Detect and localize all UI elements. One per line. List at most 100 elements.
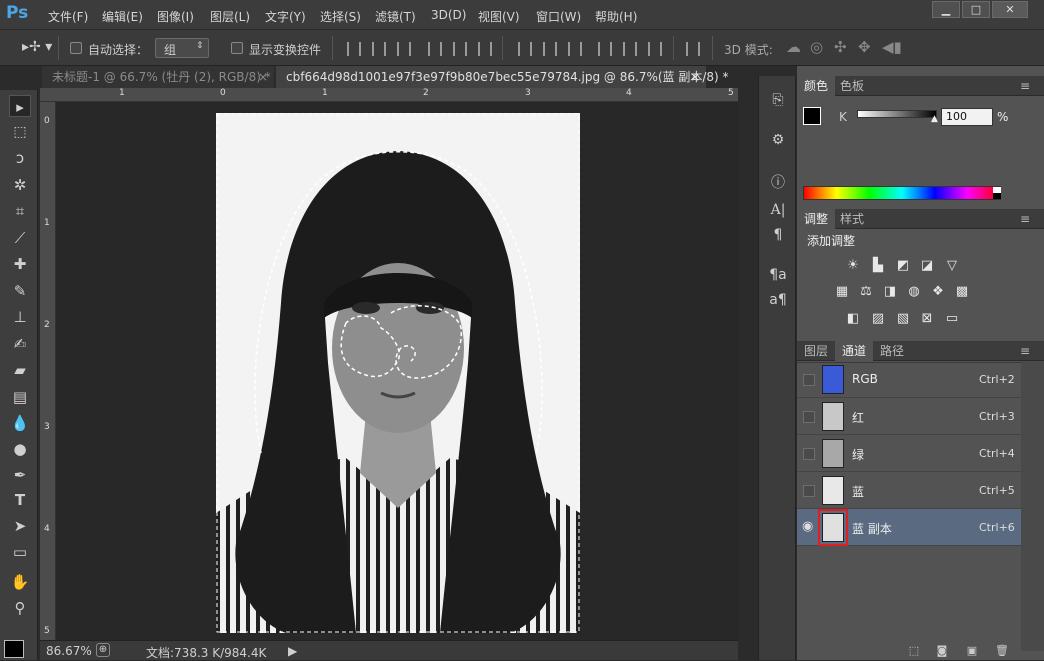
auto-align-icon[interactable] <box>686 42 700 56</box>
channels-scrollbar[interactable] <box>1021 361 1044 651</box>
distribute-vcenter-icon[interactable] <box>543 42 557 56</box>
properties-panel-icon[interactable]: ⚙ <box>767 132 789 152</box>
channel-mixer-icon[interactable]: ❖ <box>929 284 947 300</box>
visibility-toggle[interactable] <box>803 374 815 386</box>
rectangle-tool-icon[interactable]: ▭ <box>9 541 31 563</box>
healing-brush-tool-icon[interactable]: ✚ <box>9 253 31 275</box>
menu-filter[interactable]: 滤镜(T) <box>375 8 416 25</box>
load-selection-icon[interactable]: ⬚ <box>907 644 921 657</box>
close-tab-icon[interactable]: × <box>690 66 700 88</box>
close-tab-icon[interactable]: × <box>258 66 268 88</box>
auto-select-checkbox[interactable] <box>70 42 82 54</box>
panel-menu-icon[interactable]: ≡ <box>1013 209 1037 229</box>
delete-channel-icon[interactable]: 🗑 <box>995 644 1009 657</box>
3d-pan-icon[interactable]: ✣ <box>834 38 847 56</box>
move-tool-icon[interactable]: ▸ <box>9 95 31 117</box>
lasso-tool-icon[interactable]: ↄ <box>9 147 31 169</box>
menu-select[interactable]: 选择(S) <box>320 8 361 25</box>
menu-edit[interactable]: 编辑(E) <box>102 8 143 25</box>
distribute-bottom-icon[interactable] <box>568 42 582 56</box>
tab-photo[interactable]: cbf664d98d1001e97f3e97f9b80e7bec55e79784… <box>276 66 729 88</box>
tab-channels[interactable]: 通道 <box>835 341 874 361</box>
status-menu-arrow-icon[interactable]: ▶ <box>288 644 297 658</box>
spectrum-bw-swatch[interactable] <box>993 187 1001 199</box>
magic-wand-tool-icon[interactable]: ✲ <box>9 174 31 196</box>
pen-tool-icon[interactable]: ✒ <box>9 464 31 486</box>
panel-menu-icon[interactable]: ≡ <box>1013 341 1037 361</box>
visibility-toggle[interactable] <box>803 448 815 460</box>
slider-handle-icon[interactable]: ▲ <box>931 114 938 124</box>
visibility-toggle[interactable] <box>803 485 815 497</box>
invert-icon[interactable]: ◧ <box>844 311 862 327</box>
tab-layers[interactable]: 图层 <box>797 341 835 361</box>
channel-row-red[interactable]: 红 Ctrl+3 <box>797 398 1021 435</box>
new-channel-icon[interactable]: ▣ <box>965 644 979 657</box>
zoom-tool-icon[interactable]: ⚲ <box>9 597 31 619</box>
levels-icon[interactable]: ▙ <box>869 258 887 274</box>
selective-color-icon[interactable]: ⊠ <box>918 311 936 327</box>
align-hcenter-icon[interactable] <box>453 42 467 56</box>
threshold-icon[interactable]: ▧ <box>894 311 912 327</box>
distribute-hcenter-icon[interactable] <box>623 42 637 56</box>
hand-tool-icon[interactable]: ✋ <box>9 571 31 593</box>
menu-type[interactable]: 文字(Y) <box>265 8 306 25</box>
menu-3d[interactable]: 3D(D) <box>431 8 466 22</box>
gradient-map-icon[interactable]: ▭ <box>943 311 961 327</box>
tab-untitled[interactable]: 未标题-1 @ 66.7% (牡丹 (2), RGB/8) * × <box>42 66 274 88</box>
3d-scale-icon[interactable]: ◀▮ <box>882 38 902 56</box>
panel-menu-icon[interactable]: ≡ <box>1013 76 1037 96</box>
info-panel-icon[interactable]: ⓘ <box>767 172 789 192</box>
eye-icon[interactable]: ◉ <box>802 519 813 534</box>
color-spectrum-bar[interactable] <box>803 186 1001 200</box>
gradient-tool-icon[interactable]: ▤ <box>9 386 31 408</box>
channel-row-rgb[interactable]: RGB Ctrl+2 <box>797 361 1021 398</box>
align-bottom-icon[interactable] <box>397 42 411 56</box>
channel-row-blue[interactable]: 蓝 Ctrl+5 <box>797 472 1021 509</box>
save-selection-icon[interactable]: ◙ <box>935 644 949 657</box>
align-top-icon[interactable] <box>347 42 361 56</box>
hue-saturation-icon[interactable]: ▦ <box>833 284 851 300</box>
tab-adjustments[interactable]: 调整 <box>797 209 836 229</box>
show-transform-checkbox[interactable] <box>231 42 243 54</box>
black-white-icon[interactable]: ◨ <box>881 284 899 300</box>
para-styles-panel-icon[interactable]: a¶ <box>767 292 789 312</box>
tab-styles[interactable]: 样式 <box>833 209 871 229</box>
vibrance-icon[interactable]: ▽ <box>943 258 961 274</box>
type-tool-icon[interactable]: T <box>9 489 31 511</box>
k-slider[interactable] <box>857 110 937 118</box>
align-left-icon[interactable] <box>428 42 442 56</box>
path-selection-tool-icon[interactable]: ➤ <box>9 515 31 537</box>
close-button[interactable]: ✕ <box>992 1 1028 18</box>
foreground-color-swatch[interactable] <box>4 640 24 658</box>
3d-slide-icon[interactable]: ✥ <box>858 38 871 56</box>
history-brush-tool-icon[interactable]: ✍ <box>9 333 31 355</box>
tab-swatches[interactable]: 色板 <box>833 76 871 96</box>
tab-color[interactable]: 颜色 <box>797 76 836 96</box>
crop-tool-icon[interactable]: ⌗ <box>9 200 31 222</box>
auto-select-dropdown[interactable]: 组 ⇕ <box>155 38 209 58</box>
paragraph-panel-icon[interactable]: ¶ <box>767 227 789 247</box>
photo-filter-icon[interactable]: ◍ <box>905 284 923 300</box>
menu-window[interactable]: 窗口(W) <box>536 8 581 25</box>
move-tool-preset-icon[interactable]: ▸✢ ▾ <box>22 39 52 55</box>
3d-roll-icon[interactable]: ◎ <box>810 38 823 56</box>
distribute-right-icon[interactable] <box>648 42 662 56</box>
maximize-button[interactable]: □ <box>962 1 990 18</box>
menu-file[interactable]: 文件(F) <box>48 8 88 25</box>
align-right-icon[interactable] <box>478 42 492 56</box>
menu-help[interactable]: 帮助(H) <box>595 8 637 25</box>
minimize-button[interactable]: ▁ <box>932 1 960 18</box>
distribute-left-icon[interactable] <box>598 42 612 56</box>
channel-row-green[interactable]: 绿 Ctrl+4 <box>797 435 1021 472</box>
dodge-tool-icon[interactable]: ● <box>9 438 31 460</box>
menu-layer[interactable]: 图层(L) <box>210 8 250 25</box>
clone-stamp-tool-icon[interactable]: ⊥ <box>9 306 31 328</box>
k-value-field[interactable]: 100 <box>941 108 993 126</box>
history-panel-icon[interactable]: ⎘ <box>767 92 789 112</box>
color-lookup-icon[interactable]: ▩ <box>953 284 971 300</box>
3d-orbit-icon[interactable]: ☁ <box>786 38 801 56</box>
align-vcenter-icon[interactable] <box>372 42 386 56</box>
brush-tool-icon[interactable]: ✎ <box>9 280 31 302</box>
brightness-contrast-icon[interactable]: ☀ <box>844 258 862 274</box>
color-balance-icon[interactable]: ⚖ <box>857 284 875 300</box>
